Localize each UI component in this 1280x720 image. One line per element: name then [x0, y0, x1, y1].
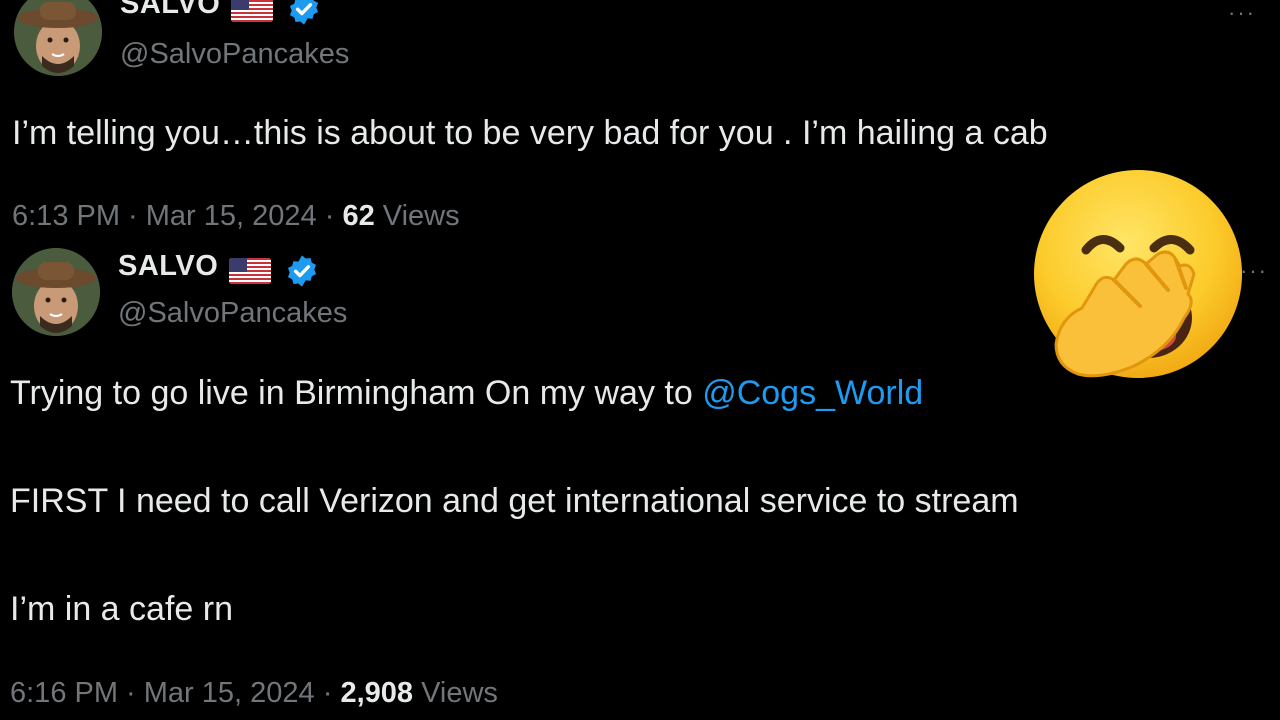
- views-count: 2,908: [340, 677, 414, 709]
- views-label: Views: [374, 200, 460, 232]
- avatar[interactable]: [14, 0, 102, 76]
- author-handle[interactable]: @SalvoPancakes: [118, 297, 347, 330]
- tweet-text: Trying to go live in Birmingham On my wa…: [10, 374, 703, 412]
- author-row: SALVO: [120, 0, 321, 26]
- us-flag-icon: [228, 257, 271, 284]
- mention-link[interactable]: @Cogs_World: [702, 374, 923, 412]
- avatar[interactable]: [12, 248, 100, 336]
- author-handle[interactable]: @SalvoPancakes: [120, 38, 349, 71]
- tweet-text-line-2: FIRST I need to call Verizon and get int…: [10, 482, 1019, 520]
- tweet-meta: 6:16 PM · Mar 15, 2024 · 2,908 Views: [10, 677, 498, 710]
- tweet-text-line-3: I’m in a cafe rn: [10, 590, 233, 628]
- verified-badge-icon: [285, 254, 319, 288]
- author-row: SALVO: [118, 250, 319, 288]
- tweet-text-line-1: Trying to go live in Birmingham On my wa…: [10, 374, 923, 413]
- avatar-image: [14, 0, 102, 76]
- author-name[interactable]: SALVO: [118, 250, 218, 282]
- author-name[interactable]: SALVO: [120, 0, 220, 20]
- tweet-text: I’m telling you…this is about to be very…: [12, 114, 1048, 152]
- views-count: 62: [342, 200, 375, 232]
- timestamp[interactable]: 6:16 PM · Mar 15, 2024 ·: [10, 677, 340, 709]
- tweet-meta: 6:13 PM · Mar 15, 2024 · 62 Views: [12, 200, 460, 233]
- avatar-image: [12, 248, 100, 336]
- timestamp[interactable]: 6:13 PM · Mar 15, 2024 ·: [12, 200, 342, 232]
- yawning-face-icon: [1030, 168, 1246, 384]
- verified-badge-icon: [287, 0, 321, 26]
- us-flag-icon: [230, 0, 273, 22]
- more-options-icon[interactable]: ···: [1228, 0, 1256, 26]
- views-label: Views: [413, 677, 498, 709]
